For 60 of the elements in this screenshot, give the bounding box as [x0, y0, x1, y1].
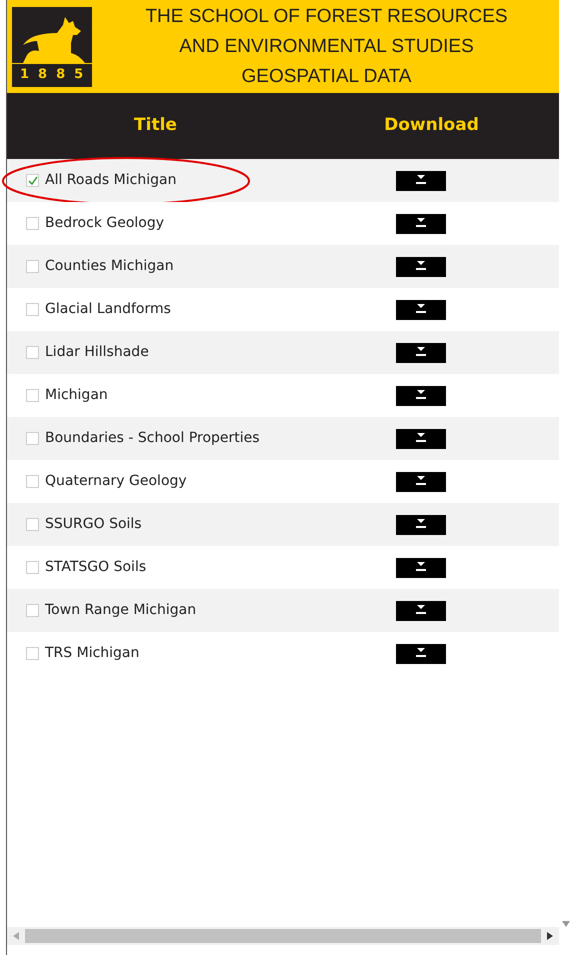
scroll-right-icon[interactable] — [547, 932, 553, 940]
checkbox[interactable] — [26, 561, 39, 574]
download-button[interactable] — [396, 256, 446, 276]
layer-title: Town Range Michigan — [45, 601, 196, 620]
download-button[interactable] — [396, 644, 446, 664]
download-icon — [414, 346, 428, 358]
download-button[interactable] — [396, 300, 446, 320]
download-icon — [414, 218, 428, 230]
checkbox[interactable] — [26, 604, 39, 617]
checkbox[interactable] — [26, 475, 39, 488]
layer-title: All Roads Michigan — [45, 171, 176, 190]
logo-year: 1885 — [12, 62, 92, 82]
download-icon — [414, 562, 428, 574]
column-header: Download — [383, 114, 480, 138]
download-button[interactable] — [396, 514, 446, 534]
download-button[interactable] — [396, 428, 446, 448]
download-icon — [414, 476, 428, 488]
scroll-left-icon[interactable] — [13, 932, 19, 940]
checkbox[interactable] — [26, 303, 39, 316]
download-button[interactable] — [396, 342, 446, 362]
scroll-down-icon[interactable] — [562, 921, 570, 927]
layer-title: Counties Michigan — [45, 257, 174, 276]
layer-title: Michigan — [45, 386, 108, 405]
checkbox[interactable] — [26, 346, 39, 359]
layer-title: STATSGO Soils — [45, 558, 146, 577]
header-title: AND ENVIRONMENTAL STUDIES — [179, 34, 474, 58]
download-icon — [414, 518, 428, 530]
check-icon — [28, 176, 38, 186]
layer-title: TRS Michigan — [45, 644, 140, 663]
checkbox[interactable] — [26, 260, 39, 273]
download-button[interactable] — [396, 214, 446, 234]
checkbox[interactable] — [26, 217, 39, 230]
download-icon — [414, 304, 428, 316]
checkbox[interactable] — [26, 389, 39, 402]
download-button[interactable] — [396, 600, 446, 620]
checkbox[interactable] — [26, 647, 39, 660]
header-title: THE SCHOOL OF FOREST RESOURCES — [145, 4, 508, 28]
download-icon — [414, 390, 428, 402]
scrollbar-thumb[interactable] — [25, 929, 541, 943]
download-icon — [414, 432, 428, 444]
layer-title: SSURGO Soils — [45, 515, 142, 534]
column-header: Title — [133, 114, 178, 138]
download-button[interactable] — [396, 386, 446, 406]
download-icon — [414, 648, 428, 660]
layer-title: Lidar Hillshade — [45, 343, 149, 362]
download-button[interactable] — [396, 170, 446, 190]
download-icon — [414, 174, 428, 186]
download-button[interactable] — [396, 558, 446, 578]
layer-title: Bedrock Geology — [45, 214, 164, 233]
layer-title: Quaternary Geology — [45, 472, 187, 491]
download-icon — [414, 260, 428, 272]
checkbox[interactable] — [26, 432, 39, 445]
horizontal-scrollbar[interactable] — [7, 927, 559, 945]
checkbox[interactable] — [26, 518, 39, 531]
download-button[interactable] — [396, 472, 446, 492]
checkbox[interactable] — [26, 174, 39, 187]
layer-title: Glacial Landforms — [45, 300, 171, 319]
layer-title: Boundaries - School Properties — [45, 429, 260, 448]
download-icon — [414, 604, 428, 616]
header-title: GEOSPATIAL DATA — [242, 64, 412, 88]
